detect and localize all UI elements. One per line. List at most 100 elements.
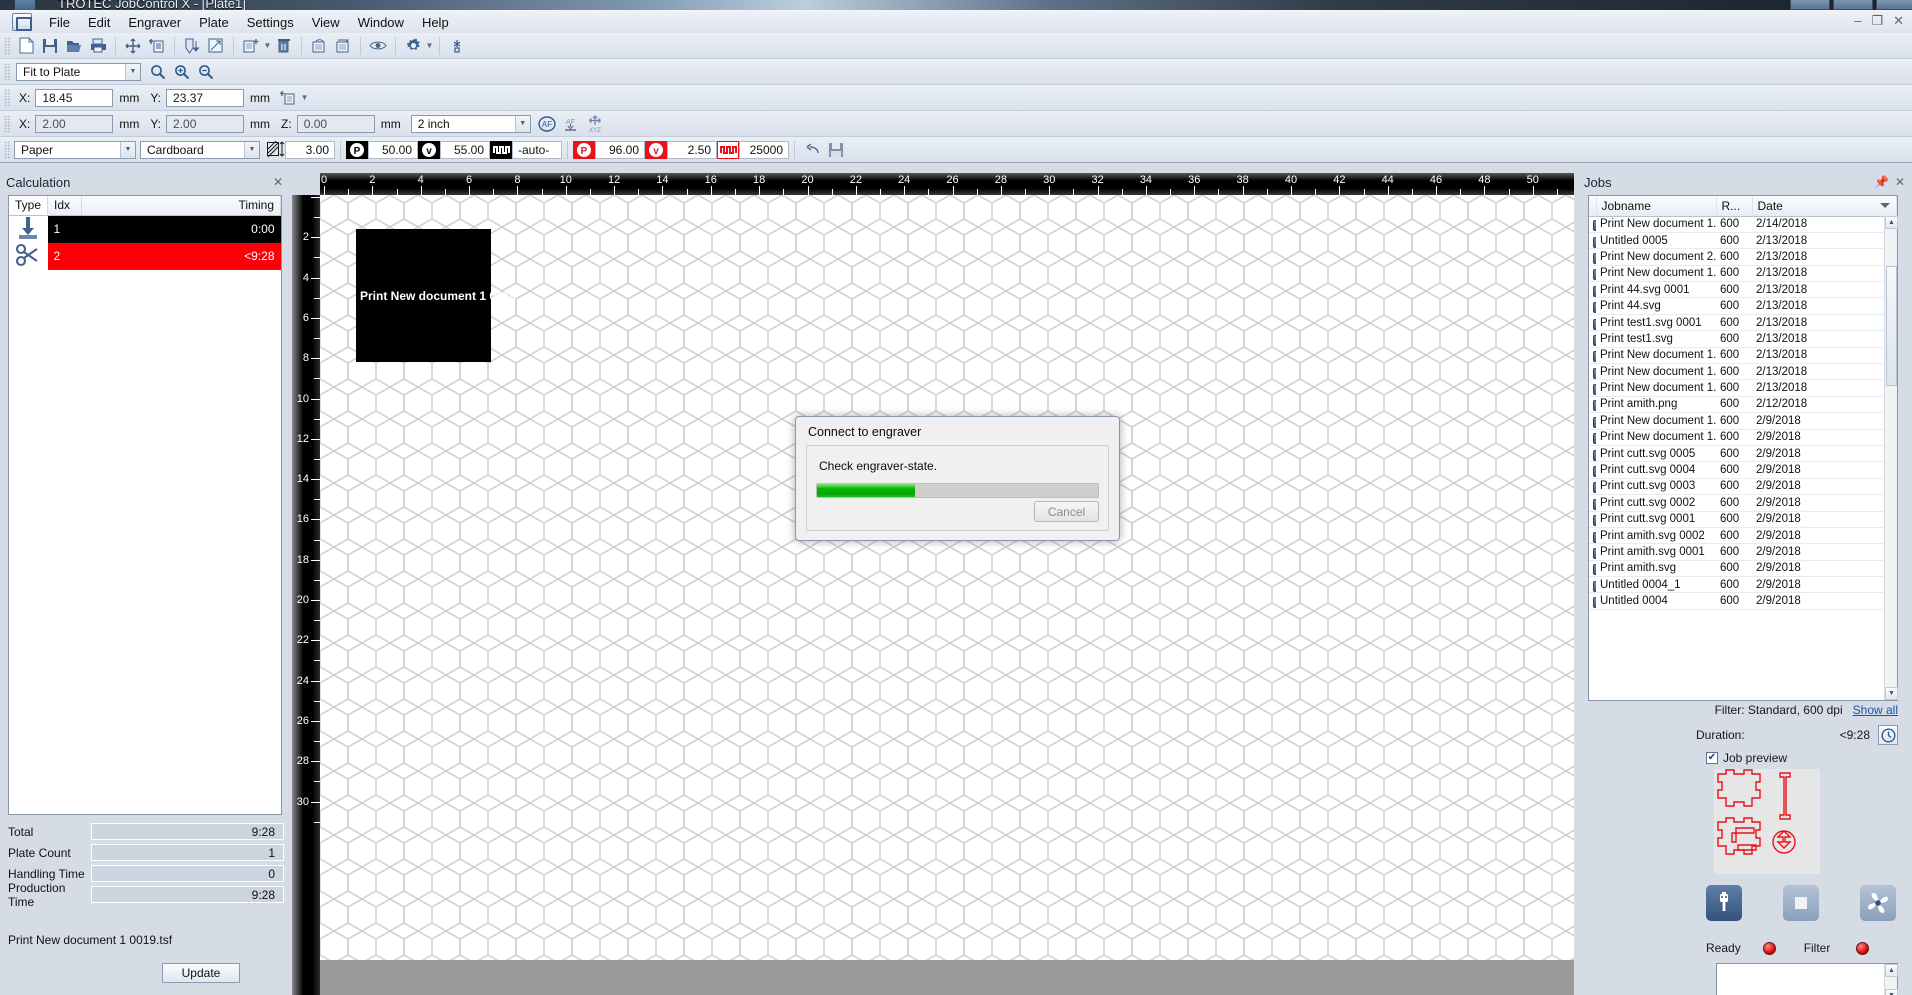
menu-item-engraver[interactable]: Engraver [119,13,190,32]
cut-power-input[interactable]: 96.00 [595,140,645,159]
move-xyz-icon[interactable]: XYZ [584,113,606,135]
autofocus-down-icon[interactable]: AF [560,113,582,135]
job-object[interactable]: Print New document 1 0019 [356,229,516,362]
position-x-input[interactable]: 18.45 [35,88,114,107]
offset-y-input[interactable]: 2.00 [166,114,245,133]
ppi-input[interactable]: -auto- [512,140,562,159]
table-row[interactable]: tPrint cutt.svg 00046002/9/2018 [1589,461,1897,479]
scroll-down-icon[interactable]: ▼ [1885,687,1898,700]
column-date[interactable]: Date [1752,196,1897,217]
plate-work-area[interactable]: Print New document 1 0019 [320,195,1578,960]
delete-job-icon[interactable] [273,35,295,57]
close-button[interactable]: ✕ [1893,13,1904,29]
offset-z-input[interactable]: 0.00 [296,114,375,133]
scrollbar-thumb[interactable] [1886,266,1897,386]
table-row[interactable]: 2 <9:28 [9,242,281,270]
close-icon[interactable]: ✕ [1895,175,1905,189]
plate-import-icon[interactable] [205,35,227,57]
cut-speed-input[interactable]: 2.50 [667,140,717,159]
menu-item-help[interactable]: Help [413,13,458,32]
toolbar-grip[interactable] [4,140,11,159]
connect-engraver-icon[interactable] [446,35,468,57]
table-row[interactable]: tPrint amith.svg 00026002/9/2018 [1589,527,1897,545]
preview-eye-icon[interactable] [367,35,389,57]
table-row[interactable]: tPrint New document 1...6002/13/2018 [1589,363,1897,381]
table-row[interactable]: tPrint test1.svg 00016002/13/2018 [1589,314,1897,332]
table-row[interactable]: tPrint New document 2...6002/13/2018 [1589,248,1897,266]
engrave-speed-input[interactable]: 55.00 [440,140,490,159]
table-row[interactable]: tPrint New document 1...6002/13/2018 [1589,347,1897,365]
chevron-down-icon[interactable]: ▼ [244,141,259,158]
table-row[interactable]: tPrint cutt.svg 00036002/9/2018 [1589,478,1897,496]
table-row[interactable]: tPrint New document 1...6002/13/2018 [1589,265,1897,283]
chevron-down-icon[interactable]: ▼ [120,141,135,158]
message-log-scrollbar[interactable]: ▲ ▼ [1884,964,1898,995]
table-row[interactable]: tPrint amith.png6002/12/2018 [1589,396,1897,414]
column-resolution[interactable]: R... [1716,196,1753,217]
menu-item-edit[interactable]: Edit [79,13,119,32]
show-all-link[interactable]: Show all [1853,703,1898,717]
restore-button[interactable]: ❐ [1871,13,1883,29]
material-group-select[interactable]: Paper ▼ [14,140,136,159]
material-type-select[interactable]: Cardboard ▼ [140,140,260,159]
autofocus-icon[interactable]: AF [536,113,558,135]
chevron-down-icon[interactable]: ▼ [263,35,272,57]
table-row[interactable]: tUntitled 00046002/9/2018 [1589,592,1897,610]
column-jobname[interactable]: Jobname [1596,196,1717,217]
table-row[interactable]: tPrint New document 1...6002/9/2018 [1589,429,1897,446]
scroll-up-icon[interactable]: ▲ [1885,216,1898,229]
pin-icon[interactable]: 📌 [1874,175,1889,189]
table-row[interactable]: tPrint cutt.svg 00016002/9/2018 [1589,511,1897,528]
column-type[interactable]: Type [9,196,49,216]
table-row[interactable]: tPrint New document 1...6002/9/2018 [1589,412,1897,430]
new-document-icon[interactable] [15,35,37,57]
toolbar-grip[interactable] [4,114,11,133]
plate-canvas[interactable]: 0 2 4 6 8 10 12 14 16 18 20 22 24 26 28 30 32 34 36 38 40 42 4… [292,173,1578,995]
engrave-power-input[interactable]: 50.00 [368,140,418,159]
settings-gear-icon[interactable] [402,35,424,57]
table-row[interactable]: tPrint 44.svg 00016002/13/2018 [1589,281,1897,299]
hz-input[interactable]: 25000 [739,140,789,159]
table-row[interactable]: tUntitled 00056002/13/2018 [1589,232,1897,250]
table-row[interactable]: tPrint amith.svg 00016002/9/2018 [1589,543,1897,561]
undo-icon[interactable] [801,139,823,161]
exhaust-fan-icon[interactable] [1860,885,1896,921]
pen-down-icon[interactable] [181,35,203,57]
chevron-down-icon[interactable]: ▼ [125,63,140,80]
new-job-icon[interactable] [240,35,262,57]
menu-item-file[interactable]: File [40,13,79,32]
chevron-down-icon[interactable]: ▼ [425,35,434,57]
zoom-out-icon[interactable] [195,61,217,83]
message-log-box[interactable]: ▲ ▼ [1716,963,1898,995]
minimize-button[interactable]: – [1854,13,1861,29]
table-row[interactable]: tPrint 44.svg6002/13/2018 [1589,297,1897,315]
desktop-restore-button[interactable] [1833,0,1873,10]
zoom-mode-select[interactable]: Fit to Plate ▼ [16,62,141,81]
usb-connect-icon[interactable] [1706,885,1742,921]
jobs-scrollbar[interactable]: ▲ ▼ [1884,216,1898,700]
sort-descending-icon[interactable] [1880,203,1890,208]
menu-item-plate[interactable]: Plate [190,13,238,32]
move-icon[interactable] [122,35,144,57]
job-preview-checkbox[interactable]: ✔ Job preview [1706,751,1787,765]
offset-x-input[interactable]: 2.00 [35,114,114,133]
toolbar-grip[interactable] [4,36,11,55]
zoom-in-icon[interactable] [171,61,193,83]
desktop-close-button[interactable] [1876,0,1912,10]
menu-item-window[interactable]: Window [349,13,413,32]
column-timing[interactable]: Timing [81,196,281,216]
table-row[interactable]: tPrint cutt.svg 00026002/9/2018 [1589,494,1897,512]
duplicate-placement-icon[interactable] [277,87,299,109]
duplicate-icon[interactable] [146,35,168,57]
save-material-icon[interactable] [825,139,847,161]
chevron-down-icon[interactable]: ▼ [300,87,309,109]
table-row[interactable]: tPrint amith.svg6002/9/2018 [1589,560,1897,578]
desktop-minimize-button[interactable] [1790,0,1830,10]
menu-item-view[interactable]: View [303,13,349,32]
position-y-input[interactable]: 23.37 [166,88,245,107]
table-row[interactable]: tPrint test1.svg6002/13/2018 [1589,330,1897,348]
zoom-window-icon[interactable] [147,61,169,83]
table-row[interactable]: tPrint New document 1...6002/13/2018 [1589,379,1897,397]
toolbar-grip[interactable] [4,62,11,81]
table-row[interactable]: tPrint New document 1...6002/14/2018 [1589,216,1897,233]
